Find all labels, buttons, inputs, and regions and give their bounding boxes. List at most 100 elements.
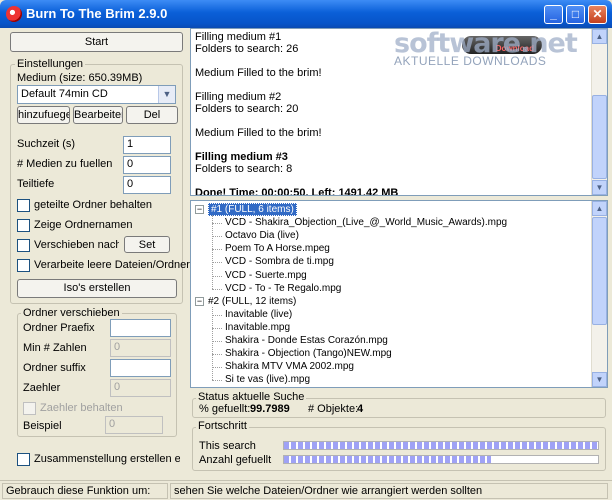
- example-value: 0: [105, 416, 163, 434]
- tree-item[interactable]: Poem To A Horse.mpeg: [225, 242, 330, 255]
- this-search-progress-fill: [284, 442, 598, 449]
- this-search-progress: [283, 441, 599, 450]
- tree-item[interactable]: Si te vas (live).mpg: [225, 373, 310, 386]
- scroll-down-icon[interactable]: ▼: [592, 180, 607, 195]
- tree-group[interactable]: #2 (FULL, 12 items): [208, 295, 296, 308]
- search-time-input[interactable]: 1: [123, 136, 171, 154]
- tree-item[interactable]: VCD - To - Te Regalo.mpg: [225, 282, 341, 295]
- log-line: Folders to search: 26: [195, 43, 299, 55]
- empty-files-checkbox[interactable]: [17, 259, 30, 272]
- tree-connector: [212, 306, 213, 381]
- tree-item[interactable]: Shakira MTV VMA 2002.mpg: [225, 360, 354, 373]
- depth-input[interactable]: 0: [123, 176, 171, 194]
- tree-item[interactable]: VCD - Shakira_Objection_(Live_@_World_Mu…: [225, 216, 507, 229]
- summary-label: Zusammenstellung erstellen ermoegli: [34, 453, 180, 465]
- tree-item[interactable]: VCD - Suerte.mpg: [225, 269, 307, 282]
- status-left: Gebrauch diese Funktion um:: [2, 483, 168, 499]
- min-digits-label: Min # Zahlen: [23, 342, 87, 354]
- log-line: Medium Filled to the brim!: [195, 127, 322, 139]
- log-line: Filling medium #2: [195, 91, 282, 103]
- status-bar: Gebrauch diese Funktion um: sehen Sie we…: [0, 480, 612, 500]
- add-medium-button[interactable]: hinzufuegen: [17, 106, 70, 124]
- objects-label: # Objekte:: [308, 403, 359, 415]
- status-right: sehen Sie welche Dateien/Ordner wie arra…: [170, 483, 608, 499]
- scroll-thumb[interactable]: [592, 95, 607, 179]
- collapse-icon[interactable]: −: [195, 205, 204, 214]
- scroll-thumb[interactable]: [592, 217, 607, 325]
- close-button[interactable]: ✕: [588, 5, 607, 24]
- window-title: Burn To The Brim 2.9.0: [26, 6, 168, 21]
- example-label: Beispiel: [23, 420, 62, 432]
- medium-select-value: Default 74min CD: [21, 88, 108, 100]
- tree-group[interactable]: #1 (FULL, 6 items): [208, 203, 297, 216]
- suffix-label: Ordner suffix: [23, 362, 86, 374]
- depth-label: Teiltiefe: [17, 178, 55, 190]
- min-digits-input[interactable]: 0: [110, 339, 171, 357]
- minimize-button[interactable]: _: [544, 5, 563, 24]
- this-search-label: This search: [199, 440, 256, 452]
- counter-label: Zaehler: [23, 382, 61, 394]
- tree-item[interactable]: Octavo Dia (live): [225, 229, 299, 242]
- start-button[interactable]: Start: [10, 32, 183, 52]
- tree-item[interactable]: Inavitable.mpg: [225, 321, 290, 334]
- watermark-tagline: AKTUELLE DOWNLOADS: [394, 54, 547, 68]
- tree-connector: [212, 223, 222, 225]
- create-iso-button[interactable]: Iso's erstellen: [17, 279, 177, 298]
- empty-files-label: Verarbeite leere Dateien/Ordner: [34, 259, 190, 271]
- maximize-button[interactable]: □: [566, 5, 585, 24]
- move-checkbox[interactable]: [17, 239, 30, 252]
- log-line: Filling medium #3: [195, 151, 288, 163]
- summary-checkbox[interactable]: [17, 453, 30, 466]
- media-count-label: # Medien zu fuellen: [17, 158, 113, 170]
- log-line: Folders to search: 20: [195, 103, 299, 115]
- progress-title: Fortschritt: [196, 420, 249, 432]
- search-time-label: Suchzeit (s): [17, 138, 76, 150]
- collapse-icon[interactable]: −: [195, 296, 204, 306]
- show-names-label: Zeige Ordnernamen: [34, 219, 133, 231]
- tree-item[interactable]: VCD - Sombra de ti.mpg: [225, 255, 334, 268]
- suffix-input[interactable]: [110, 359, 171, 377]
- result-tree[interactable]: − #1 (FULL, 6 items) VCD - Shakira_Objecti…: [190, 200, 608, 388]
- medium-label: Medium (size: 650.39MB): [17, 72, 143, 84]
- split-folders-label: geteilte Ordner behalten: [34, 199, 153, 211]
- medium-select[interactable]: Default 74min CD ▼: [17, 85, 176, 104]
- tree-item[interactable]: Shakira - Donde Estas Corazón.mpg: [225, 334, 388, 347]
- edit-medium-button[interactable]: Bearbeiten: [73, 106, 123, 124]
- keep-counter-label: Zaehler behalten: [40, 402, 123, 414]
- move-label: Verschieben nach Ord: [34, 239, 119, 251]
- tree-connector: [212, 380, 222, 382]
- media-count-input[interactable]: 0: [123, 156, 171, 174]
- prefix-label: Ordner Praefix: [23, 322, 95, 334]
- app-icon: [6, 6, 22, 22]
- tree-connector: [212, 341, 222, 342]
- filled-percent-label: % gefuellt:: [199, 403, 251, 415]
- tree-item[interactable]: Inavitable (live): [225, 308, 292, 321]
- set-button[interactable]: Set: [124, 236, 170, 253]
- count-filled-progress-fill: [284, 456, 492, 463]
- tree-connector: [212, 354, 222, 356]
- counter-input[interactable]: 0: [110, 379, 171, 397]
- tree-connector: [212, 275, 222, 277]
- scroll-up-icon[interactable]: ▲: [592, 201, 607, 216]
- tree-connector: [212, 215, 213, 289]
- delete-medium-button[interactable]: Del: [126, 106, 178, 124]
- objects-value: 4: [357, 403, 364, 415]
- log-line: Done! Time: 00:00:50. Left: 1491.42 MB: [195, 187, 399, 196]
- prefix-input[interactable]: [110, 319, 171, 337]
- chevron-down-icon[interactable]: ▼: [158, 86, 175, 103]
- tree-connector: [212, 249, 222, 251]
- tree-connector: [212, 367, 222, 369]
- title-bar[interactable]: Burn To The Brim 2.9.0 _ □ ✕: [0, 0, 612, 28]
- log-line: Filling medium #1: [195, 31, 282, 43]
- search-status-title: Status aktuelle Suche: [196, 391, 307, 403]
- show-names-checkbox[interactable]: [17, 219, 30, 232]
- settings-group-title: Einstellungen: [15, 58, 86, 70]
- tree-item[interactable]: Shakira - Objection (Tango)NEW.mpg: [225, 347, 392, 360]
- log-line: Folders to search: 8: [195, 163, 293, 175]
- tree-scrollbar[interactable]: ▲ ▼: [591, 201, 607, 387]
- scroll-down-icon[interactable]: ▼: [592, 372, 607, 387]
- keep-counter-checkbox[interactable]: [23, 402, 36, 415]
- move-group-title: Ordner verschieben: [21, 307, 122, 319]
- split-folders-checkbox[interactable]: [17, 199, 30, 212]
- log-line: Medium Filled to the brim!: [195, 67, 322, 79]
